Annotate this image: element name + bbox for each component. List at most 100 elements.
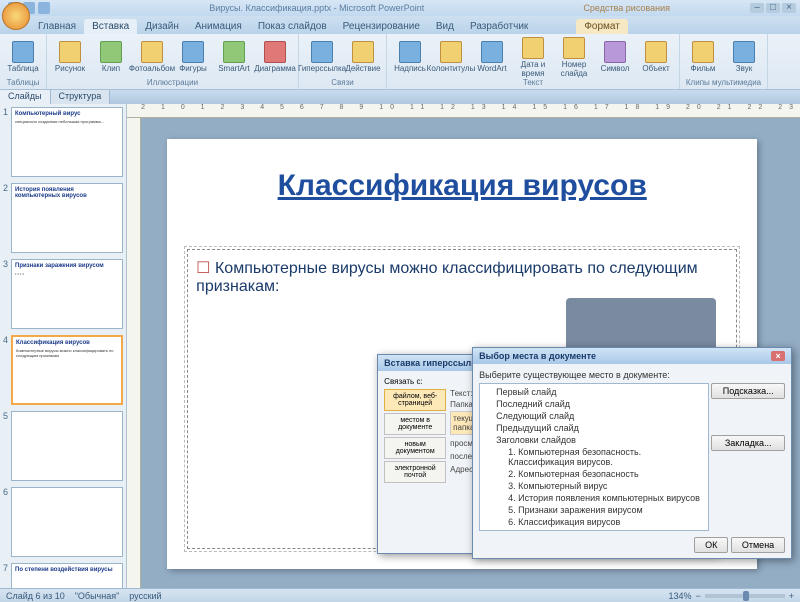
tree-item-5[interactable]: 1. Компьютерная безопасность. Классифика… bbox=[482, 446, 706, 468]
ribbon-btn-Дата и время[interactable]: Дата и время bbox=[514, 37, 552, 78]
ruler-horizontal: 2 1 0 1 2 3 4 5 6 7 8 9 10 11 12 13 14 1… bbox=[127, 104, 800, 118]
dialog-place-close[interactable]: × bbox=[771, 351, 785, 361]
panel-tab-outline[interactable]: Структура bbox=[51, 90, 111, 104]
ribbon-btn-Колонтитулы[interactable]: Колонтитулы bbox=[432, 41, 470, 73]
dialog-place-title: Выбор места в документе bbox=[479, 351, 596, 361]
ribbon-tab-7[interactable]: Разработчик bbox=[462, 19, 536, 34]
ribbon-btn-Звук[interactable]: Звук bbox=[725, 41, 763, 73]
link-side-1[interactable]: местом в документе bbox=[384, 413, 446, 435]
thumb-4[interactable]: 4Классификация вирусовКомпьютерные вирус… bbox=[3, 335, 123, 405]
thumb-1[interactable]: 1Компьютерный вирусспециально созданная … bbox=[3, 107, 123, 177]
ribbon-btn-Фильм[interactable]: Фильм bbox=[684, 41, 722, 73]
slide-area: 2 1 0 1 2 3 4 5 6 7 8 9 10 11 12 13 14 1… bbox=[127, 104, 800, 588]
place-tree[interactable]: Первый слайдПоследний слайдСледующий сла… bbox=[479, 383, 709, 531]
link-side-panel: файлом, веб-страницейместом в документен… bbox=[384, 389, 446, 485]
slide-title[interactable]: Классификация вирусов bbox=[167, 139, 757, 213]
ribbon-btn-Фигуры[interactable]: Фигуры bbox=[174, 41, 212, 73]
ribbon-tab-6[interactable]: Вид bbox=[428, 19, 462, 34]
titlebar: Вирусы. Классификация.pptx - Microsoft P… bbox=[0, 0, 800, 16]
WordArt-icon bbox=[481, 41, 503, 63]
link-text-label: Текст: bbox=[450, 389, 472, 398]
tree-item-6[interactable]: 2. Компьютерная безопасность bbox=[482, 468, 706, 480]
bookmark-button[interactable]: Закладка... bbox=[711, 435, 785, 451]
status-theme: "Обычная" bbox=[75, 591, 120, 601]
Надпись-icon bbox=[399, 41, 421, 63]
thumb-2[interactable]: 2История появления компьютерных вирусов bbox=[3, 183, 123, 253]
zoom-out-button[interactable]: − bbox=[695, 591, 700, 601]
place-label: Выберите существующее место в документе: bbox=[479, 370, 785, 380]
ribbon-tab-3[interactable]: Анимация bbox=[187, 19, 250, 34]
SmartArt-icon bbox=[223, 41, 245, 63]
status-slide: Слайд 6 из 10 bbox=[6, 591, 65, 601]
ribbon-btn-WordArt[interactable]: WordArt bbox=[473, 41, 511, 73]
tree-item-8[interactable]: 4. История появления компьютерных вирусо… bbox=[482, 492, 706, 504]
ribbon-btn-Диаграмма[interactable]: Диаграмма bbox=[256, 41, 294, 73]
thumbnail-panel: 1Компьютерный вирусспециально созданная … bbox=[0, 104, 127, 588]
ribbon-tab-5[interactable]: Рецензирование bbox=[335, 19, 428, 34]
zoom-in-button[interactable]: + bbox=[789, 591, 794, 601]
ribbon-btn-SmartArt[interactable]: SmartArt bbox=[215, 41, 253, 73]
bullet-text: Компьютерные вирусы можно классифицирова… bbox=[196, 258, 728, 296]
ruler-vertical bbox=[127, 118, 141, 588]
qat-redo-icon[interactable] bbox=[38, 2, 50, 14]
tree-item-2[interactable]: Следующий слайд bbox=[482, 410, 706, 422]
ribbon-btn-Рисунок[interactable]: Рисунок bbox=[51, 41, 89, 73]
ribbon-btn-Клип[interactable]: Клип bbox=[92, 41, 130, 73]
maximize-button[interactable]: □ bbox=[766, 3, 780, 13]
Фильм-icon bbox=[692, 41, 714, 63]
ribbon-btn-Номер слайда[interactable]: Номер слайда bbox=[555, 37, 593, 78]
ribbon-btn-Гиперссылка[interactable]: Гиперссылка bbox=[303, 41, 341, 73]
thumb-7[interactable]: 7По степени воздействия вирусы bbox=[3, 563, 123, 588]
Звук-icon bbox=[733, 41, 755, 63]
hint-button[interactable]: Подсказка... bbox=[711, 383, 785, 399]
place-cancel-button[interactable]: Отмена bbox=[731, 537, 785, 553]
close-button[interactable]: × bbox=[782, 3, 796, 13]
office-button[interactable] bbox=[2, 2, 30, 30]
ribbon-btn-Фотоальбом[interactable]: Фотоальбом bbox=[133, 41, 171, 73]
ribbon: ТаблицаТаблицыРисунокКлипФотоальбомФигур… bbox=[0, 34, 800, 90]
Действие-icon bbox=[352, 41, 374, 63]
ribbon-tab-0[interactable]: Главная bbox=[30, 19, 84, 34]
tree-item-1[interactable]: Последний слайд bbox=[482, 398, 706, 410]
link-side-0[interactable]: файлом, веб-страницей bbox=[384, 389, 446, 411]
thumb-5[interactable]: 5 bbox=[3, 411, 123, 481]
Номер слайда-icon bbox=[563, 37, 585, 59]
Объект-icon bbox=[645, 41, 667, 63]
ribbon-btn-Действие[interactable]: Действие bbox=[344, 41, 382, 73]
window-title: Вирусы. Классификация.pptx - Microsoft P… bbox=[50, 3, 583, 13]
place-ok-button[interactable]: ОК bbox=[694, 537, 728, 553]
link-side-2[interactable]: новым документом bbox=[384, 437, 446, 459]
tree-item-4[interactable]: Заголовки слайдов bbox=[482, 434, 706, 446]
ribbon-tab-4[interactable]: Показ слайдов bbox=[250, 19, 335, 34]
Фотоальбом-icon bbox=[141, 41, 163, 63]
Колонтитулы-icon bbox=[440, 41, 462, 63]
Клип-icon bbox=[100, 41, 122, 63]
dialog-select-place: Выбор места в документе × Выберите сущест… bbox=[472, 347, 792, 559]
status-lang: русский bbox=[129, 591, 161, 601]
ribbon-tab-context[interactable]: Формат bbox=[576, 19, 628, 34]
dialog-link-title: Вставка гиперссылки bbox=[384, 358, 481, 368]
tree-item-9[interactable]: 5. Признаки заражения вирусом bbox=[482, 504, 706, 516]
ribbon-tab-2[interactable]: Дизайн bbox=[137, 19, 187, 34]
context-tools-label: Средства рисования bbox=[583, 3, 670, 13]
ribbon-btn-Таблица[interactable]: Таблица bbox=[4, 41, 42, 73]
ribbon-tab-1[interactable]: Вставка bbox=[84, 19, 137, 34]
Гиперссылка-icon bbox=[311, 41, 333, 63]
ribbon-btn-Надпись[interactable]: Надпись bbox=[391, 41, 429, 73]
ribbon-btn-Символ[interactable]: Символ bbox=[596, 41, 634, 73]
ribbon-btn-Объект[interactable]: Объект bbox=[637, 41, 675, 73]
panel-tab-slides[interactable]: Слайды bbox=[0, 90, 51, 104]
zoom-slider[interactable] bbox=[705, 594, 785, 598]
thumb-3[interactable]: 3Признаки заражения вирусом• • • • bbox=[3, 259, 123, 329]
Фигуры-icon bbox=[182, 41, 204, 63]
Таблица-icon bbox=[12, 41, 34, 63]
tree-item-7[interactable]: 3. Компьютерный вирус bbox=[482, 480, 706, 492]
minimize-button[interactable]: – bbox=[750, 3, 764, 13]
tree-item-0[interactable]: Первый слайд bbox=[482, 386, 706, 398]
link-side-3[interactable]: электронной почтой bbox=[384, 461, 446, 483]
tree-item-10[interactable]: 6. Классификация вирусов bbox=[482, 516, 706, 528]
tree-item-3[interactable]: Предыдущий слайд bbox=[482, 422, 706, 434]
thumb-6[interactable]: 6 bbox=[3, 487, 123, 557]
tree-item-11[interactable]: 7. Слайд 7 bbox=[482, 528, 706, 531]
Дата и время-icon bbox=[522, 37, 544, 59]
